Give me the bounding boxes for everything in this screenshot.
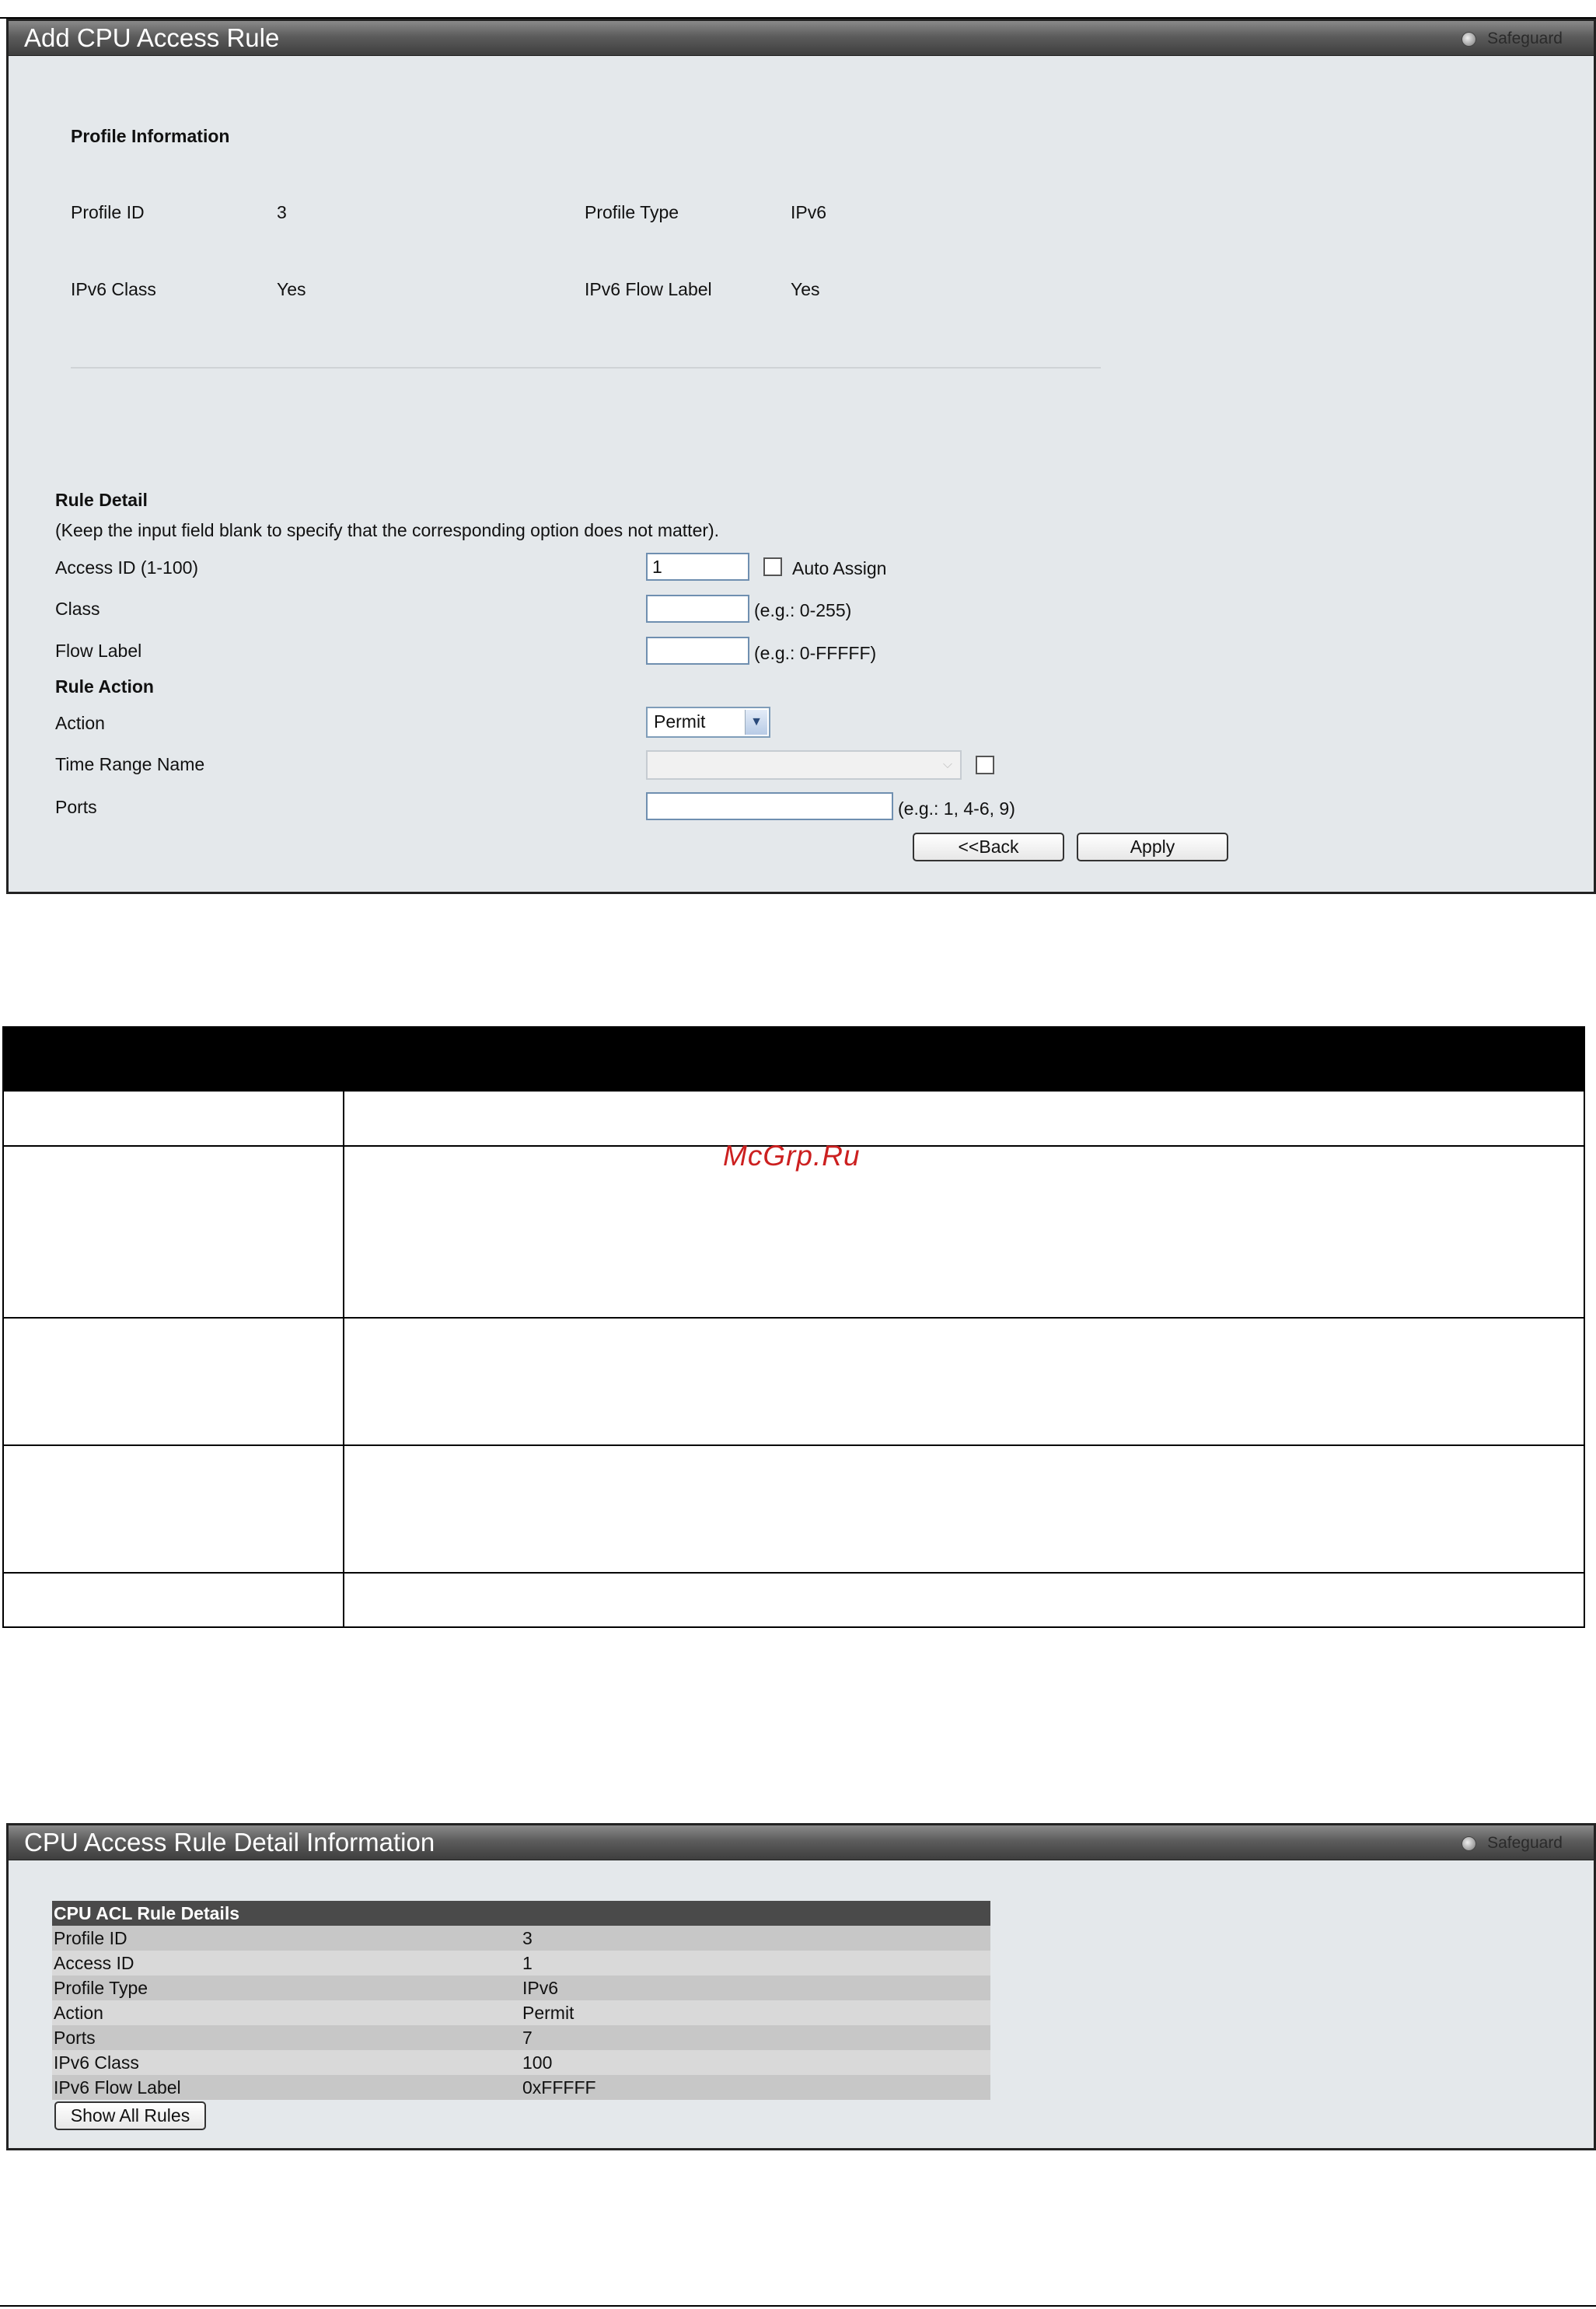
safeguard-indicator: Safeguard bbox=[1462, 1834, 1563, 1852]
safeguard-icon bbox=[1462, 31, 1477, 47]
class-input[interactable] bbox=[646, 595, 749, 623]
profile-information-heading: Profile Information bbox=[71, 126, 230, 146]
table-row: IPv6 Flow Label 0xFFFFF bbox=[52, 2075, 990, 2100]
apply-button[interactable]: Apply bbox=[1077, 833, 1228, 861]
description-table bbox=[2, 1026, 1585, 1628]
cpu-acl-rule-details-table: CPU ACL Rule Details Profile ID 3 Access… bbox=[52, 1901, 990, 2100]
class-label: Class bbox=[55, 599, 100, 619]
table-cell bbox=[2, 1317, 344, 1446]
safeguard-indicator: Safeguard bbox=[1462, 30, 1563, 47]
flow-label-label: Flow Label bbox=[55, 641, 142, 661]
row-value: 3 bbox=[522, 1928, 533, 1948]
table-cell bbox=[343, 1145, 1585, 1319]
flow-label-hint: (e.g.: 0-FFFFF) bbox=[754, 643, 877, 663]
safeguard-icon bbox=[1462, 1836, 1477, 1851]
table-cell bbox=[343, 1444, 1585, 1574]
time-range-name-select[interactable]: ⌵ bbox=[646, 750, 962, 780]
safeguard-label: Safeguard bbox=[1487, 1834, 1563, 1852]
rule-detail-note: (Keep the input field blank to specify t… bbox=[55, 520, 720, 540]
action-select[interactable]: Permit ▼ bbox=[646, 707, 770, 738]
table-header-cell bbox=[2, 1026, 344, 1092]
row-label: IPv6 Class bbox=[54, 2052, 139, 2073]
time-range-checkbox[interactable] bbox=[976, 756, 994, 774]
back-button[interactable]: <<Back bbox=[913, 833, 1064, 861]
access-id-label: Access ID (1-100) bbox=[55, 557, 199, 578]
profile-id-label: Profile ID bbox=[71, 202, 145, 222]
row-label: Action bbox=[54, 2003, 103, 2023]
action-label: Action bbox=[55, 713, 105, 733]
profile-divider bbox=[71, 367, 1101, 369]
ipv6-class-value: Yes bbox=[277, 279, 306, 299]
row-value: IPv6 bbox=[522, 1978, 559, 1998]
row-value: 0xFFFFF bbox=[522, 2077, 596, 2098]
action-select-value: Permit bbox=[654, 711, 706, 732]
table-cell bbox=[343, 1317, 1585, 1446]
row-label: Access ID bbox=[54, 1953, 134, 1973]
table-row bbox=[2, 1317, 1585, 1446]
table-cell bbox=[2, 1145, 344, 1319]
ipv6-class-label: IPv6 Class bbox=[71, 279, 156, 299]
table-row: Profile Type IPv6 bbox=[52, 1975, 990, 2000]
class-hint: (e.g.: 0-255) bbox=[754, 600, 852, 620]
flow-label-input[interactable] bbox=[646, 637, 749, 665]
table-cell bbox=[2, 1572, 344, 1628]
access-id-input[interactable]: 1 bbox=[646, 553, 749, 581]
panel-title: Add CPU Access Rule bbox=[24, 23, 280, 52]
bottom-page-rule bbox=[0, 2305, 1596, 2307]
row-label: IPv6 Flow Label bbox=[54, 2077, 181, 2098]
table-row: Access ID 1 bbox=[52, 1951, 990, 1975]
rule-detail-heading: Rule Detail bbox=[55, 490, 148, 510]
table-row: Profile ID 3 bbox=[52, 1926, 990, 1951]
table-row: Action Permit bbox=[52, 2000, 990, 2025]
row-label: Profile ID bbox=[54, 1928, 127, 1948]
row-value: 1 bbox=[522, 1953, 533, 1973]
profile-type-value: IPv6 bbox=[791, 202, 827, 222]
table-cell bbox=[343, 1090, 1585, 1147]
watermark-text: McGrp.Ru bbox=[723, 1140, 861, 1172]
row-label: Profile Type bbox=[54, 1978, 148, 1998]
table-row bbox=[2, 1572, 1585, 1628]
table-row bbox=[2, 1090, 1585, 1147]
show-all-rules-button[interactable]: Show All Rules bbox=[54, 2101, 206, 2130]
ipv6-flow-label-label: IPv6 Flow Label bbox=[585, 279, 712, 299]
chevron-down-icon: ▼ bbox=[745, 710, 767, 735]
row-value: 100 bbox=[522, 2052, 553, 2073]
time-range-name-label: Time Range Name bbox=[55, 754, 205, 774]
table-cell bbox=[2, 1444, 344, 1574]
table-row: IPv6 Class 100 bbox=[52, 2050, 990, 2075]
table-heading: CPU ACL Rule Details bbox=[54, 1903, 239, 1923]
auto-assign-checkbox[interactable] bbox=[763, 557, 782, 576]
add-cpu-access-rule-panel: Add CPU Access Rule Safeguard Profile In… bbox=[6, 19, 1596, 894]
auto-assign-label: Auto Assign bbox=[792, 558, 887, 578]
ports-hint: (e.g.: 1, 4-6, 9) bbox=[898, 798, 1015, 819]
row-value: Permit bbox=[522, 2003, 574, 2023]
row-value: 7 bbox=[522, 2028, 533, 2048]
panel-title: CPU Access Rule Detail Information bbox=[24, 1828, 435, 1857]
row-label: Ports bbox=[54, 2028, 96, 2048]
panel-header: CPU Access Rule Detail Information Safeg… bbox=[9, 1825, 1594, 1860]
table-row: Ports 7 bbox=[52, 2025, 990, 2050]
chevron-down-icon: ⌵ bbox=[937, 753, 959, 777]
profile-type-label: Profile Type bbox=[585, 202, 679, 222]
ports-input[interactable] bbox=[646, 792, 893, 820]
table-header-row bbox=[2, 1026, 1585, 1092]
ports-label: Ports bbox=[55, 797, 97, 817]
table-cell bbox=[2, 1090, 344, 1147]
ipv6-flow-label-value: Yes bbox=[791, 279, 820, 299]
safeguard-label: Safeguard bbox=[1487, 30, 1563, 47]
table-row bbox=[2, 1444, 1585, 1574]
panel-header: Add CPU Access Rule Safeguard bbox=[9, 21, 1594, 56]
profile-id-value: 3 bbox=[277, 202, 287, 222]
table-cell bbox=[343, 1572, 1585, 1628]
rule-action-heading: Rule Action bbox=[55, 676, 154, 697]
table-heading-row: CPU ACL Rule Details bbox=[52, 1901, 990, 1926]
table-header-cell bbox=[343, 1026, 1585, 1092]
